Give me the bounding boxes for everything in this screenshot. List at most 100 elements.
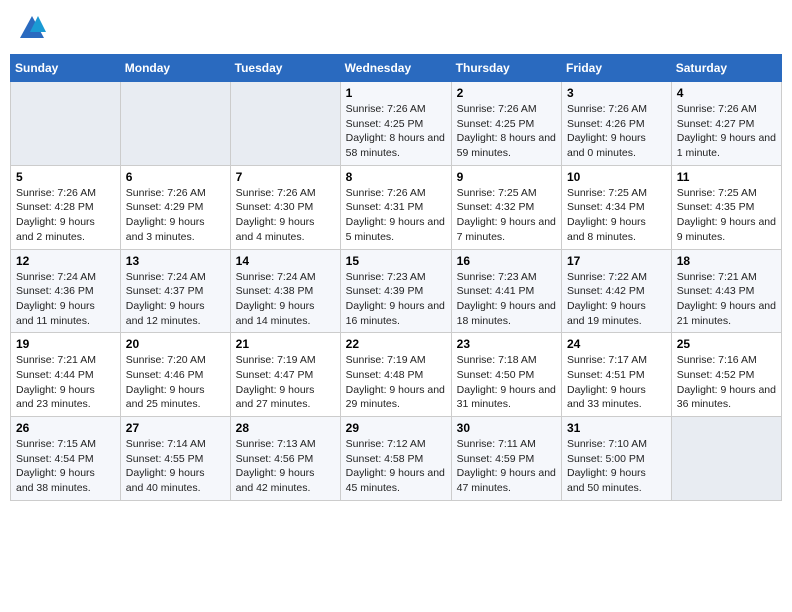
calendar-day-cell: 29 Sunrise: 7:12 AMSunset: 4:58 PMDayligh… [340, 417, 451, 501]
day-number: 23 [457, 337, 556, 351]
page-header [10, 10, 782, 46]
day-info: Sunrise: 7:23 AMSunset: 4:41 PMDaylight:… [457, 270, 556, 329]
calendar-day-cell: 2Sunrise: 7:26 AMSunset: 4:25 PMDaylight… [451, 82, 561, 166]
calendar-day-cell: 30 Sunrise: 7:11 AMSunset: 4:59 PMDayligh… [451, 417, 561, 501]
calendar-day-cell: 10 Sunrise: 7:25 AMSunset: 4:34 PMDayligh… [562, 165, 672, 249]
calendar-week: 5Sunrise: 7:26 AMSunset: 4:28 PMDaylight… [11, 165, 782, 249]
day-number: 27 [126, 421, 225, 435]
day-info: Sunrise: 7:26 AMSunset: 4:25 PMDaylight:… [457, 102, 556, 161]
header-day: Thursday [451, 55, 561, 82]
calendar-day-cell: 16 Sunrise: 7:23 AMSunset: 4:41 PMDayligh… [451, 249, 561, 333]
day-info: Sunrise: 7:12 AMSunset: 4:58 PMDaylight:… [346, 437, 446, 496]
day-number: 28 [236, 421, 335, 435]
day-info: Sunrise: 7:26 AMSunset: 4:27 PMDaylight:… [677, 102, 776, 161]
day-number: 10 [567, 170, 666, 184]
day-info: Sunrise: 7:26 AMSunset: 4:25 PMDaylight:… [346, 102, 446, 161]
day-info: Sunrise: 7:26 AMSunset: 4:30 PMDaylight:… [236, 186, 335, 245]
calendar-day-cell: 5Sunrise: 7:26 AMSunset: 4:28 PMDaylight… [11, 165, 121, 249]
day-number: 31 [567, 421, 666, 435]
day-info: Sunrise: 7:25 AMSunset: 4:35 PMDaylight:… [677, 186, 776, 245]
calendar-day-cell: 24Sunrise: 7:17 AMSunset: 4:51 PMDayligh… [562, 333, 672, 417]
calendar-day-cell: 17 Sunrise: 7:22 AMSunset: 4:42 PMDayligh… [562, 249, 672, 333]
day-info: Sunrise: 7:26 AMSunset: 4:26 PMDaylight:… [567, 102, 666, 161]
day-info: Sunrise: 7:11 AMSunset: 4:59 PMDaylight:… [457, 437, 556, 496]
day-number: 29 [346, 421, 446, 435]
day-number: 20 [126, 337, 225, 351]
day-info: Sunrise: 7:20 AMSunset: 4:46 PMDaylight:… [126, 353, 225, 412]
calendar-day-cell: 12 Sunrise: 7:24 AMSunset: 4:36 PMDayligh… [11, 249, 121, 333]
calendar-day-cell: 20 Sunrise: 7:20 AMSunset: 4:46 PMDayligh… [120, 333, 230, 417]
calendar-day-cell: 28Sunrise: 7:13 AMSunset: 4:56 PMDayligh… [230, 417, 340, 501]
day-number: 12 [16, 254, 115, 268]
calendar-day-cell: 22 Sunrise: 7:19 AMSunset: 4:48 PMDayligh… [340, 333, 451, 417]
day-info: Sunrise: 7:19 AMSunset: 4:47 PMDaylight:… [236, 353, 335, 412]
calendar-day-cell: 15 Sunrise: 7:23 AMSunset: 4:39 PMDayligh… [340, 249, 451, 333]
day-info: Sunrise: 7:19 AMSunset: 4:48 PMDaylight:… [346, 353, 446, 412]
calendar-day-cell: 6 Sunrise: 7:26 AMSunset: 4:29 PMDaylight… [120, 165, 230, 249]
day-info: Sunrise: 7:22 AMSunset: 4:42 PMDaylight:… [567, 270, 666, 329]
day-info: Sunrise: 7:26 AMSunset: 4:28 PMDaylight:… [16, 186, 115, 245]
calendar-day-cell: 7 Sunrise: 7:26 AMSunset: 4:30 PMDaylight… [230, 165, 340, 249]
calendar-week: 26 Sunrise: 7:15 AMSunset: 4:54 PMDayligh… [11, 417, 782, 501]
calendar-week: 12 Sunrise: 7:24 AMSunset: 4:36 PMDayligh… [11, 249, 782, 333]
header-day: Wednesday [340, 55, 451, 82]
day-number: 14 [236, 254, 335, 268]
day-number: 8 [346, 170, 446, 184]
calendar-day-cell: 27Sunrise: 7:14 AMSunset: 4:55 PMDayligh… [120, 417, 230, 501]
day-info: Sunrise: 7:24 AMSunset: 4:38 PMDaylight:… [236, 270, 335, 329]
day-number: 6 [126, 170, 225, 184]
day-number: 4 [677, 86, 776, 100]
day-info: Sunrise: 7:21 AMSunset: 4:43 PMDaylight:… [677, 270, 776, 329]
day-info: Sunrise: 7:24 AMSunset: 4:37 PMDaylight:… [126, 270, 225, 329]
logo-icon [18, 14, 46, 42]
calendar-day-cell [120, 82, 230, 166]
header-day: Friday [562, 55, 672, 82]
calendar-day-cell: 8 Sunrise: 7:26 AMSunset: 4:31 PMDaylight… [340, 165, 451, 249]
header-day: Monday [120, 55, 230, 82]
day-number: 22 [346, 337, 446, 351]
calendar-table: SundayMondayTuesdayWednesdayThursdayFrid… [10, 54, 782, 501]
header-day: Tuesday [230, 55, 340, 82]
day-number: 7 [236, 170, 335, 184]
day-number: 19 [16, 337, 115, 351]
calendar-day-cell [230, 82, 340, 166]
day-info: Sunrise: 7:18 AMSunset: 4:50 PMDaylight:… [457, 353, 556, 412]
calendar-week: 1Sunrise: 7:26 AMSunset: 4:25 PMDaylight… [11, 82, 782, 166]
day-number: 16 [457, 254, 556, 268]
calendar-day-cell: 9Sunrise: 7:25 AMSunset: 4:32 PMDaylight… [451, 165, 561, 249]
calendar-day-cell: 19Sunrise: 7:21 AMSunset: 4:44 PMDayligh… [11, 333, 121, 417]
day-number: 24 [567, 337, 666, 351]
day-info: Sunrise: 7:15 AMSunset: 4:54 PMDaylight:… [16, 437, 115, 496]
day-info: Sunrise: 7:26 AMSunset: 4:31 PMDaylight:… [346, 186, 446, 245]
day-number: 21 [236, 337, 335, 351]
day-info: Sunrise: 7:10 AMSunset: 5:00 PMDaylight:… [567, 437, 666, 496]
header-row: SundayMondayTuesdayWednesdayThursdayFrid… [11, 55, 782, 82]
day-number: 3 [567, 86, 666, 100]
calendar-day-cell: 3 Sunrise: 7:26 AMSunset: 4:26 PMDaylight… [562, 82, 672, 166]
calendar-day-cell: 18Sunrise: 7:21 AMSunset: 4:43 PMDayligh… [671, 249, 781, 333]
day-info: Sunrise: 7:25 AMSunset: 4:34 PMDaylight:… [567, 186, 666, 245]
day-info: Sunrise: 7:24 AMSunset: 4:36 PMDaylight:… [16, 270, 115, 329]
day-number: 9 [457, 170, 556, 184]
calendar-day-cell: 26 Sunrise: 7:15 AMSunset: 4:54 PMDayligh… [11, 417, 121, 501]
day-info: Sunrise: 7:16 AMSunset: 4:52 PMDaylight:… [677, 353, 776, 412]
day-number: 13 [126, 254, 225, 268]
day-info: Sunrise: 7:26 AMSunset: 4:29 PMDaylight:… [126, 186, 225, 245]
day-number: 11 [677, 170, 776, 184]
logo [18, 14, 50, 42]
calendar-day-cell: 1Sunrise: 7:26 AMSunset: 4:25 PMDaylight… [340, 82, 451, 166]
day-number: 26 [16, 421, 115, 435]
header-day: Saturday [671, 55, 781, 82]
calendar-day-cell: 31 Sunrise: 7:10 AMSunset: 5:00 PMDayligh… [562, 417, 672, 501]
calendar-day-cell: 23 Sunrise: 7:18 AMSunset: 4:50 PMDayligh… [451, 333, 561, 417]
day-number: 17 [567, 254, 666, 268]
calendar-week: 19Sunrise: 7:21 AMSunset: 4:44 PMDayligh… [11, 333, 782, 417]
calendar-day-cell: 4 Sunrise: 7:26 AMSunset: 4:27 PMDaylight… [671, 82, 781, 166]
calendar-day-cell: 21 Sunrise: 7:19 AMSunset: 4:47 PMDayligh… [230, 333, 340, 417]
day-number: 30 [457, 421, 556, 435]
calendar-day-cell: 25Sunrise: 7:16 AMSunset: 4:52 PMDayligh… [671, 333, 781, 417]
calendar-body: 1Sunrise: 7:26 AMSunset: 4:25 PMDaylight… [11, 82, 782, 501]
day-number: 15 [346, 254, 446, 268]
calendar-day-cell: 13 Sunrise: 7:24 AMSunset: 4:37 PMDayligh… [120, 249, 230, 333]
day-info: Sunrise: 7:23 AMSunset: 4:39 PMDaylight:… [346, 270, 446, 329]
